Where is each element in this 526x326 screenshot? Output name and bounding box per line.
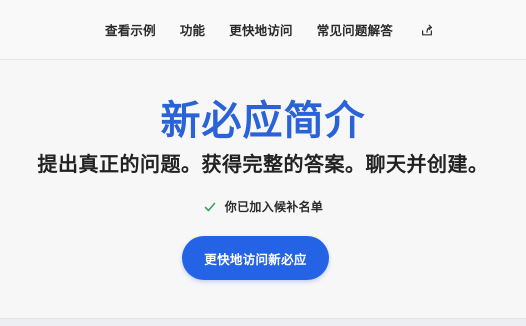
share-icon bbox=[421, 24, 432, 35]
page: 查看示例 功能 更快地访问 常见问题解答 新必应简介 提出真正的问题。获得完整的… bbox=[0, 0, 526, 326]
nav-link-faster-access[interactable]: 更快地访问 bbox=[229, 20, 293, 39]
waitlist-status: 你已加入候补名单 bbox=[0, 198, 526, 215]
hero-section: 新必应简介 提出真正的问题。获得完整的答案。聊天并创建。 你已加入候补名单 更快… bbox=[0, 60, 526, 320]
nav-links: 查看示例 功能 更快地访问 常见问题解答 bbox=[105, 20, 435, 39]
faster-access-button[interactable]: 更快地访问新必应 bbox=[182, 236, 329, 280]
share-button[interactable] bbox=[419, 22, 435, 38]
bottom-section-edge bbox=[0, 318, 526, 326]
page-subtitle: 提出真正的问题。获得完整的答案。聊天并创建。 bbox=[37, 152, 489, 176]
nav-link-faq[interactable]: 常见问题解答 bbox=[317, 20, 393, 39]
check-icon bbox=[203, 200, 217, 214]
nav-link-features[interactable]: 功能 bbox=[180, 20, 205, 39]
nav-link-examples[interactable]: 查看示例 bbox=[105, 20, 156, 39]
top-navigation: 查看示例 功能 更快地访问 常见问题解答 bbox=[0, 0, 526, 60]
waitlist-status-text: 你已加入候补名单 bbox=[224, 200, 324, 214]
page-title: 新必应简介 bbox=[160, 98, 366, 144]
